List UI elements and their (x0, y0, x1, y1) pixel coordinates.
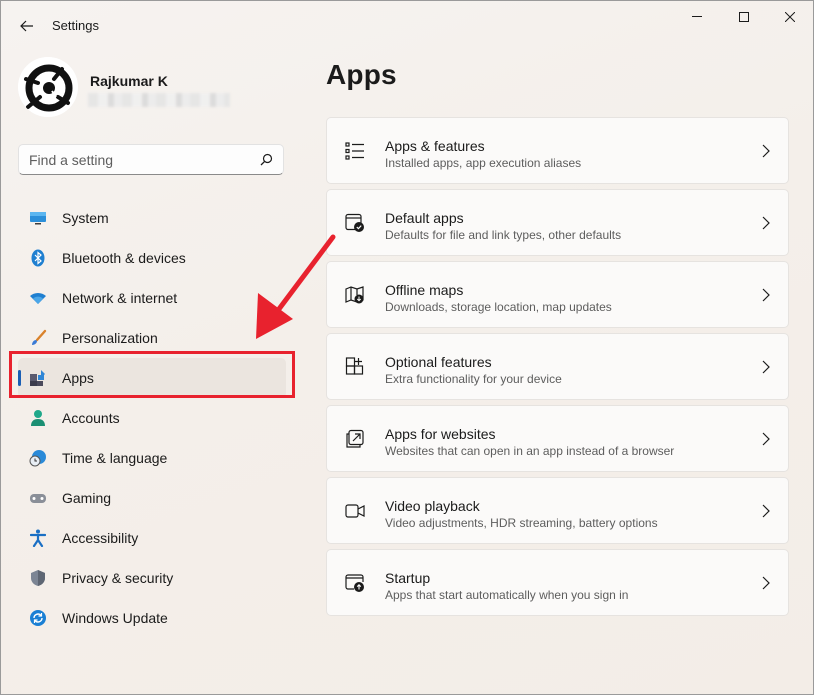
card-description: Installed apps, app execution aliases (385, 156, 582, 170)
card-default-apps[interactable]: Default apps Defaults for file and link … (326, 189, 789, 256)
search-input[interactable] (29, 151, 249, 169)
settings-window: Settings Rajkumar K Find a setting Syste… (0, 0, 814, 695)
brush-icon (28, 328, 48, 348)
minimize-button[interactable] (674, 1, 720, 33)
minimize-icon (692, 16, 702, 17)
card-title: Apps for websites (385, 426, 496, 442)
search-box[interactable] (18, 144, 284, 175)
sidebar-item-label: Time & language (62, 450, 168, 466)
chevron-right-icon (762, 144, 770, 158)
map-icon (345, 286, 364, 304)
startup-icon (345, 574, 364, 592)
optional-features-icon (345, 357, 364, 375)
maximize-button[interactable] (721, 1, 767, 33)
card-description: Video adjustments, HDR streaming, batter… (385, 516, 658, 530)
sidebar-item-time-language[interactable]: Time & language (18, 438, 288, 478)
annotation-highlight-box (9, 351, 295, 398)
sidebar-item-system[interactable]: System (18, 198, 288, 238)
sidebar-item-label: Privacy & security (62, 570, 174, 586)
shield-icon (28, 568, 48, 588)
page-title: Apps (326, 59, 397, 90)
back-button[interactable] (13, 13, 41, 39)
card-description: Websites that can open in an app instead… (385, 444, 675, 458)
card-apps-for-websites[interactable]: Apps for websites Websites that can open… (326, 405, 789, 472)
sidebar-item-label: Gaming (62, 490, 112, 506)
avatar-image (18, 57, 78, 117)
person-icon (28, 408, 48, 428)
card-description: Extra functionality for your device (385, 372, 562, 386)
card-title: Apps & features (385, 138, 485, 154)
card-title: Default apps (385, 210, 464, 226)
card-title: Offline maps (385, 282, 464, 298)
card-description: Defaults for file and link types, other … (385, 228, 622, 242)
bluetooth-icon (28, 248, 48, 268)
sidebar-nav: System Bluetooth & devices Network & int… (18, 198, 288, 638)
maximize-icon (739, 12, 749, 22)
settings-list: Apps & features Installed apps, app exec… (326, 117, 789, 621)
sidebar-item-network[interactable]: Network & internet (18, 278, 288, 318)
card-title: Startup (385, 570, 431, 586)
clock-globe-icon (28, 448, 48, 468)
chevron-right-icon (762, 360, 770, 374)
title-bar: Settings (1, 1, 813, 49)
user-email-redacted (88, 93, 230, 107)
sidebar-item-label: Bluetooth & devices (62, 250, 186, 266)
chevron-right-icon (762, 216, 770, 230)
sidebar-item-label: System (62, 210, 109, 226)
open-in-app-icon (346, 429, 364, 448)
video-camera-icon (345, 504, 365, 518)
card-apps-features[interactable]: Apps & features Installed apps, app exec… (326, 117, 789, 184)
sidebar-item-label: Accounts (62, 410, 120, 426)
user-name: Rajkumar K (90, 73, 168, 89)
sidebar-item-bluetooth[interactable]: Bluetooth & devices (18, 238, 288, 278)
monitor-icon (28, 208, 48, 228)
chevron-right-icon (762, 288, 770, 302)
gamepad-icon (28, 488, 48, 508)
chevron-right-icon (762, 504, 770, 518)
card-title: Video playback (385, 498, 480, 514)
card-title: Optional features (385, 354, 492, 370)
sidebar-item-gaming[interactable]: Gaming (18, 478, 288, 518)
card-description: Downloads, storage location, map updates (385, 300, 612, 314)
sidebar-item-accessibility[interactable]: Accessibility (18, 518, 288, 558)
chevron-right-icon (762, 576, 770, 590)
accessibility-icon (28, 528, 48, 548)
chevron-right-icon (762, 432, 770, 446)
update-icon (28, 608, 48, 628)
card-optional-features[interactable]: Optional features Extra functionality fo… (326, 333, 789, 400)
sidebar-item-label: Network & internet (62, 290, 178, 306)
close-icon (785, 12, 795, 22)
sidebar-item-label: Personalization (62, 330, 158, 346)
search-icon[interactable] (260, 153, 273, 166)
avatar[interactable] (18, 57, 78, 117)
sidebar-item-windows-update[interactable]: Windows Update (18, 598, 288, 638)
card-offline-maps[interactable]: Offline maps Downloads, storage location… (326, 261, 789, 328)
default-apps-icon (345, 213, 364, 232)
app-title: Settings (52, 18, 99, 33)
card-video-playback[interactable]: Video playback Video adjustments, HDR st… (326, 477, 789, 544)
close-button[interactable] (767, 1, 813, 33)
sidebar-item-accounts[interactable]: Accounts (18, 398, 288, 438)
sidebar-item-label: Windows Update (62, 610, 168, 626)
list-icon (345, 142, 364, 160)
sidebar-item-label: Accessibility (62, 530, 139, 546)
card-startup[interactable]: Startup Apps that start automatically wh… (326, 549, 789, 616)
back-arrow-icon (20, 20, 33, 32)
sidebar-item-privacy[interactable]: Privacy & security (18, 558, 288, 598)
card-description: Apps that start automatically when you s… (385, 588, 629, 602)
wifi-icon (28, 288, 48, 308)
